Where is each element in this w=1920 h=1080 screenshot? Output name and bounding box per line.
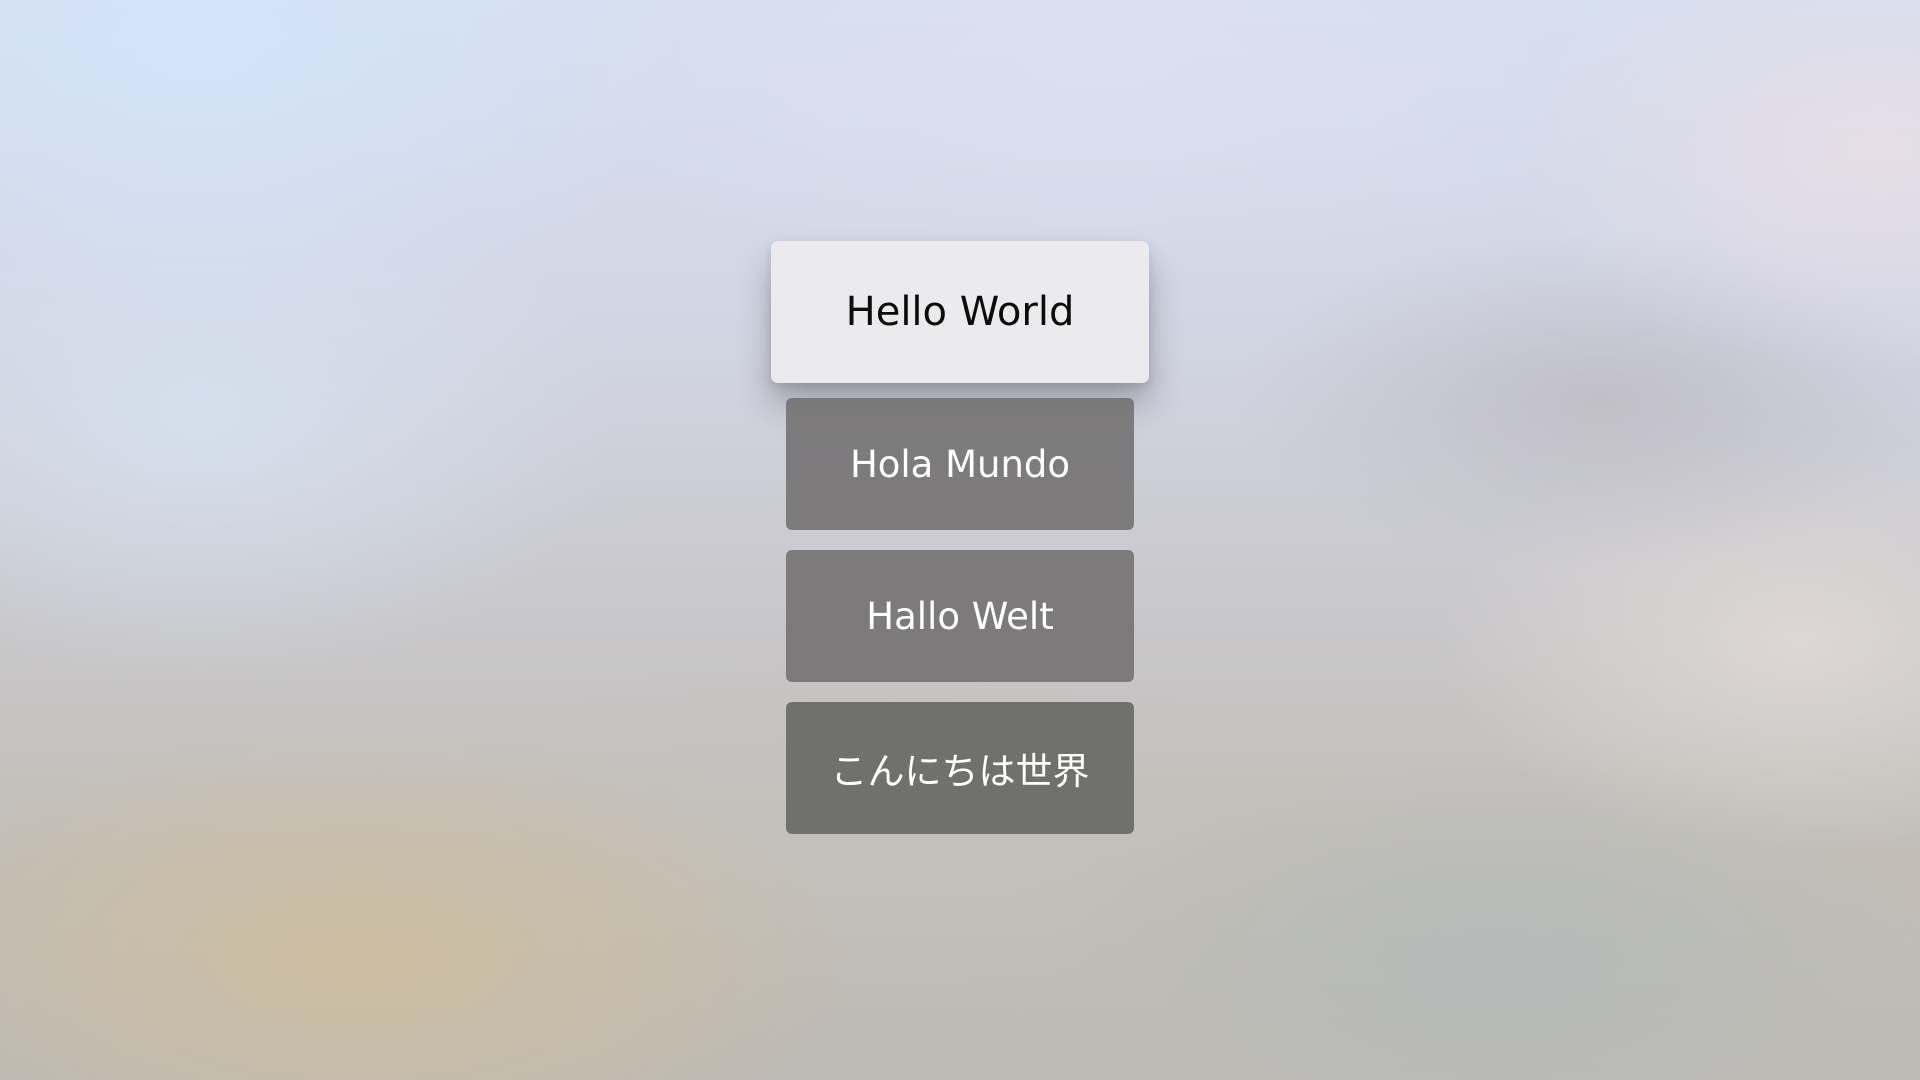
button-menu: Hello World Hola Mundo Hallo Welt こんにちは世… bbox=[0, 0, 1920, 1080]
hello-world-label: Hello World bbox=[845, 289, 1075, 335]
konnichiwa-sekai-button[interactable]: こんにちは世界 bbox=[786, 702, 1134, 834]
hallo-welt-label: Hallo Welt bbox=[866, 594, 1054, 638]
hallo-welt-button[interactable]: Hallo Welt bbox=[786, 550, 1134, 682]
hola-mundo-label: Hola Mundo bbox=[849, 442, 1071, 486]
hello-world-button[interactable]: Hello World bbox=[771, 241, 1149, 383]
konnichiwa-sekai-label: こんにちは世界 bbox=[830, 750, 1090, 793]
hola-mundo-button[interactable]: Hola Mundo bbox=[786, 398, 1134, 530]
